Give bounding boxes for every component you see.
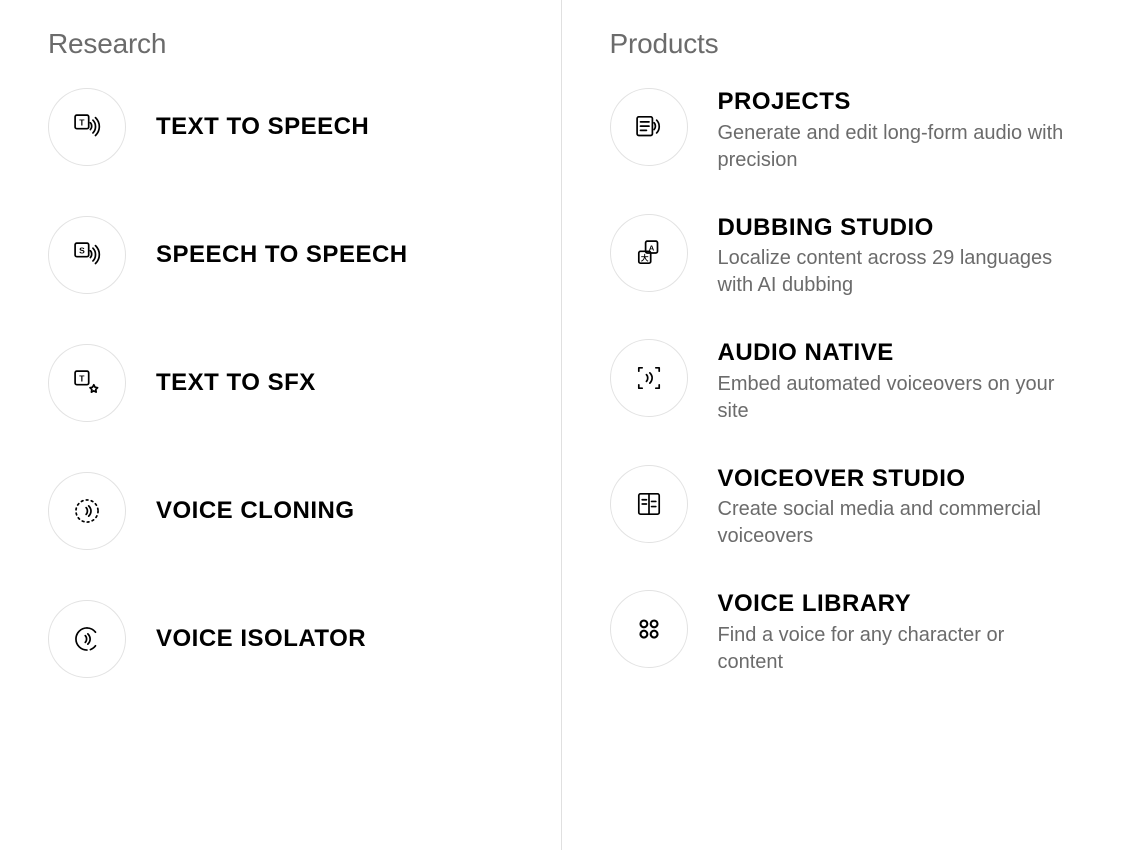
- menu-item-title: VOICE ISOLATOR: [156, 625, 366, 653]
- voice-library-icon: [610, 590, 688, 668]
- menu-item-title: VOICE CLONING: [156, 497, 355, 525]
- voice-isolator-icon: [48, 600, 126, 678]
- text-to-speech-icon: T: [48, 88, 126, 166]
- research-heading: Research: [48, 28, 513, 60]
- menu-item-desc: Create social media and commercial voice…: [718, 496, 1075, 550]
- menu-item-voice-isolator[interactable]: VOICE ISOLATOR: [48, 600, 513, 678]
- svg-text:大: 大: [640, 252, 648, 262]
- speech-to-speech-icon: S: [48, 216, 126, 294]
- menu-item-desc: Find a voice for any character or conten…: [718, 622, 1075, 676]
- audio-native-icon: [610, 339, 688, 417]
- svg-text:S: S: [79, 245, 85, 255]
- products-heading: Products: [610, 28, 1075, 60]
- menu-item-voice-cloning[interactable]: VOICE CLONING: [48, 472, 513, 550]
- svg-text:T: T: [79, 373, 85, 383]
- menu-item-title: AUDIO NATIVE: [718, 339, 1075, 367]
- voice-cloning-icon: [48, 472, 126, 550]
- menu-item-dubbing-studio[interactable]: A 大 DUBBING STUDIO Localize content acro…: [610, 214, 1075, 300]
- menu-item-speech-to-speech[interactable]: S SPEECH TO SPEECH: [48, 216, 513, 294]
- menu-item-voiceover-studio[interactable]: VOICEOVER STUDIO Create social media and…: [610, 465, 1075, 551]
- menu-item-title: PROJECTS: [718, 88, 1075, 116]
- menu-item-text-to-speech[interactable]: T TEXT TO SPEECH: [48, 88, 513, 166]
- menu-item-title: SPEECH TO SPEECH: [156, 241, 408, 269]
- menu-item-title: TEXT TO SFX: [156, 369, 316, 397]
- menu-item-title: TEXT TO SPEECH: [156, 113, 369, 141]
- menu-item-audio-native[interactable]: AUDIO NATIVE Embed automated voiceovers …: [610, 339, 1075, 425]
- text-to-sfx-icon: T: [48, 344, 126, 422]
- menu-item-voice-library[interactable]: VOICE LIBRARY Find a voice for any chara…: [610, 590, 1075, 676]
- menu-item-projects[interactable]: PROJECTS Generate and edit long-form aud…: [610, 88, 1075, 174]
- dubbing-studio-icon: A 大: [610, 214, 688, 292]
- menu-item-title: VOICEOVER STUDIO: [718, 465, 1075, 493]
- menu-item-desc: Embed automated voiceovers on your site: [718, 371, 1075, 425]
- menu-item-desc: Generate and edit long-form audio with p…: [718, 120, 1075, 174]
- voiceover-studio-icon: [610, 465, 688, 543]
- menu-item-title: VOICE LIBRARY: [718, 590, 1075, 618]
- projects-icon: [610, 88, 688, 166]
- menu-item-title: DUBBING STUDIO: [718, 214, 1075, 242]
- menu-item-desc: Localize content across 29 languages wit…: [718, 245, 1075, 299]
- svg-text:T: T: [79, 117, 85, 127]
- research-column: Research T TEXT TO SPEECH S: [0, 0, 562, 850]
- menu-item-text-to-sfx[interactable]: T TEXT TO SFX: [48, 344, 513, 422]
- products-column: Products PROJECTS Generate and edit long…: [562, 0, 1122, 850]
